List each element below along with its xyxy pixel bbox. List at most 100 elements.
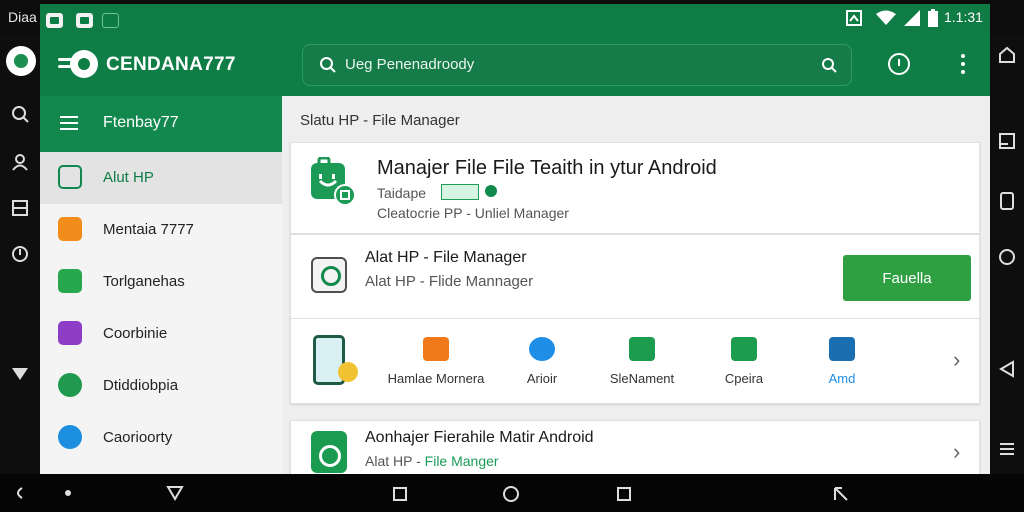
tool-label: SleNament xyxy=(609,371,675,386)
more-options-icon[interactable] xyxy=(958,54,968,76)
list-card-subtitle: Alat HP - File Manger xyxy=(365,453,499,469)
expand-corner-icon[interactable] xyxy=(832,485,850,503)
search-rail-icon[interactable] xyxy=(10,104,30,124)
location-pin-icon xyxy=(485,185,497,197)
system-nav-bar xyxy=(0,474,1024,512)
hero-badge xyxy=(441,184,479,200)
gallery-icon xyxy=(629,337,655,361)
sidebar-item[interactable]: Alut HP xyxy=(40,152,282,204)
tool-label: Amd xyxy=(828,371,856,386)
search-icon xyxy=(320,57,336,73)
info-icon[interactable] xyxy=(888,53,910,75)
sidebar-item[interactable]: Caorioorty xyxy=(40,412,282,464)
disc-icon xyxy=(58,373,82,397)
back-arrow-icon[interactable] xyxy=(12,486,26,500)
left-system-rail xyxy=(0,34,40,474)
home-circle-icon[interactable] xyxy=(502,485,520,503)
file-manager-app: CENDANA777 Ftenbay77 Alut HP Mentaia 7777… xyxy=(40,34,990,474)
app-listing-title: Alat HP - File Manager xyxy=(365,249,527,266)
drawer-header: Ftenbay77 xyxy=(40,96,282,152)
status-clock: 1.1:31 xyxy=(944,9,983,25)
main-content: Slatu HP - File Manager Manajer File Fil… xyxy=(282,96,990,474)
list-card[interactable]: Aonhajer Fierahile Matir Android Alat HP… xyxy=(290,420,980,474)
hero-subtitle: Taidape xyxy=(377,185,427,201)
search-submit-icon[interactable] xyxy=(821,57,837,73)
sidebar-item-label: Coorbinie xyxy=(103,325,168,342)
tool-label: Arioir xyxy=(526,371,558,386)
drawer-title: Ftenbay77 xyxy=(103,114,179,131)
power-rail-icon[interactable] xyxy=(10,244,30,264)
sidebar-item-label: Torlganehas xyxy=(103,273,185,290)
cloud-icon xyxy=(58,425,82,449)
chevron-right-icon[interactable]: › xyxy=(953,439,960,465)
sidebar-item[interactable]: Coorbinie xyxy=(40,308,282,360)
recents-square-icon[interactable] xyxy=(392,486,408,502)
app-listing-card[interactable]: Alat HP - File Manager Alat HP - Flide M… xyxy=(290,234,980,320)
list-card-subtitle-prefix: Alat HP - xyxy=(365,453,425,469)
tool-item[interactable]: Hamlae Mornera xyxy=(381,337,491,393)
menu-rail-icon[interactable] xyxy=(998,132,1016,150)
battery-icon xyxy=(928,9,938,27)
status-carrier-label: Diaa xyxy=(8,9,37,25)
list-rail-icon[interactable] xyxy=(998,440,1016,458)
edit-icon xyxy=(829,337,855,361)
hero-developer: Cleatocrie PP - Unliel Manager xyxy=(377,205,569,221)
device-screen: Diaa 1.1:31 CENDANA777 Ueg Penenadroody … xyxy=(0,0,1024,512)
list-card-title: Aonhajer Fierahile Matir Android xyxy=(365,429,594,446)
nav-down-rail-icon[interactable] xyxy=(10,364,30,384)
sidebar-item-label: Mentaia 7777 xyxy=(103,221,194,238)
sidebar-item-label: Alut HP xyxy=(103,169,154,186)
search-input[interactable] xyxy=(345,56,785,73)
install-button[interactable]: Fauella xyxy=(843,255,971,301)
status-bar-strip: 1.1:31 xyxy=(40,4,990,34)
file-app-icon xyxy=(311,431,347,473)
chat-icon xyxy=(529,337,555,361)
app-search-icon xyxy=(311,257,347,293)
overview-square-icon[interactable] xyxy=(616,486,632,502)
list-card-subtitle-link[interactable]: File Manger xyxy=(425,453,499,469)
hero-card[interactable]: Manajer File File Teaith in ytur Android… xyxy=(290,142,980,234)
tool-label: Cpeira xyxy=(724,371,764,386)
tool-item[interactable]: Arioir xyxy=(487,337,597,393)
sidebar-item[interactable]: Dtiddiobpia xyxy=(40,360,282,412)
sidebar-item-label: Dtiddiobpia xyxy=(103,377,179,394)
file-manager-app-icon xyxy=(311,157,355,206)
back-rail-icon[interactable] xyxy=(999,360,1015,378)
tool-item[interactable]: SleNament xyxy=(587,337,697,393)
camera-icon xyxy=(423,337,449,361)
back-triangle-icon[interactable] xyxy=(166,485,184,501)
app-title: CENDANA777 xyxy=(106,54,236,75)
wifi-icon xyxy=(876,10,896,25)
phone-promo-icon xyxy=(313,335,358,385)
tool-item[interactable]: Amd xyxy=(787,337,897,393)
navigation-drawer: Ftenbay77 Alut HP Mentaia 7777 Torlganehas… xyxy=(40,96,282,474)
user-rail-icon[interactable] xyxy=(10,152,30,172)
search-bar[interactable] xyxy=(302,44,852,86)
sidebar-item-label: Caorioorty xyxy=(103,429,173,446)
folder-icon xyxy=(58,165,82,189)
right-system-rail xyxy=(990,34,1024,474)
sidebar-item[interactable]: Mentaia 7777 xyxy=(40,204,282,256)
image-icon xyxy=(58,321,82,345)
tool-label: Hamlae Mornera xyxy=(387,371,485,386)
layout-rail-icon[interactable] xyxy=(10,198,30,218)
hero-title: Manajer File File Teaith in ytur Android xyxy=(377,157,717,179)
briefcase-icon xyxy=(731,337,757,361)
screenshot-icon xyxy=(846,10,862,26)
app-listing-subtitle: Alat HP - Flide Mannager xyxy=(365,273,534,290)
phone-rail-icon[interactable] xyxy=(999,192,1015,210)
sidebar-item[interactable]: Torlganehas xyxy=(40,256,282,308)
signal-icon xyxy=(904,10,920,26)
hamburger-menu-icon[interactable] xyxy=(60,116,78,130)
tool-item[interactable]: Cpeira xyxy=(689,337,799,393)
folder-icon xyxy=(58,217,82,241)
chevron-right-icon[interactable]: › xyxy=(953,347,960,373)
launcher-logo-icon[interactable] xyxy=(6,46,36,76)
app-top-bar: CENDANA777 xyxy=(40,34,990,96)
status-bar: Diaa 1.1:31 xyxy=(0,0,1024,34)
notification-app-icon xyxy=(76,13,93,28)
brand-logo-icon xyxy=(58,48,98,82)
home-rail-icon[interactable] xyxy=(998,46,1016,64)
tools-card: Hamlae Mornera Arioir SleNament Cpeira Amd › xyxy=(290,318,980,404)
home-circle-rail-icon[interactable] xyxy=(998,248,1016,266)
